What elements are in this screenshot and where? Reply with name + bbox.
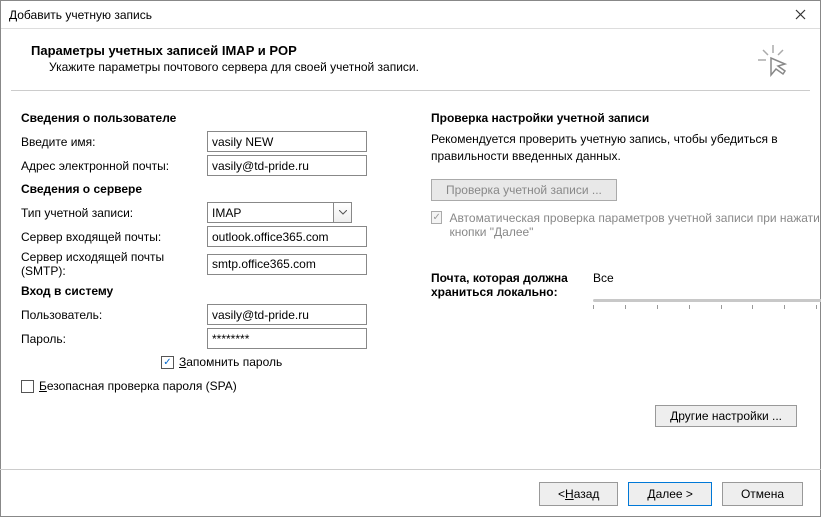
email-label: Адрес электронной почты: <box>21 159 207 173</box>
spa-label: Безопасная проверка пароля (SPA) <box>39 379 237 393</box>
username-label: Пользователь: <box>21 308 207 322</box>
test-account-button: Проверка учетной записи ... <box>431 179 617 201</box>
close-button[interactable] <box>788 5 812 25</box>
account-type-label: Тип учетной записи: <box>21 206 207 220</box>
incoming-server-input[interactable] <box>207 226 367 247</box>
test-heading: Проверка настройки учетной записи <box>431 111 821 125</box>
outgoing-server-input[interactable] <box>207 254 367 275</box>
next-button[interactable]: Далее > <box>628 482 712 506</box>
password-label: Пароль: <box>21 332 207 346</box>
login-heading: Вход в систему <box>21 284 411 298</box>
mail-keep-label: Почта, которая должна храниться локально… <box>431 271 581 311</box>
mail-keep-value: Все <box>593 271 821 285</box>
test-description: Рекомендуется проверить учетную запись, … <box>431 131 821 165</box>
page-subtitle: Укажите параметры почтового сервера для … <box>49 60 419 74</box>
cursor-icon <box>756 43 790 80</box>
spa-checkbox[interactable] <box>21 380 34 393</box>
incoming-server-label: Сервер входящей почты: <box>21 230 207 244</box>
username-input[interactable] <box>207 304 367 325</box>
user-info-heading: Сведения о пользователе <box>21 111 411 125</box>
server-info-heading: Сведения о сервере <box>21 182 411 196</box>
cancel-button[interactable]: Отмена <box>722 482 803 506</box>
remember-password-checkbox[interactable]: ✓ <box>161 356 174 369</box>
auto-test-checkbox: ✓ <box>431 211 442 224</box>
back-button[interactable]: < Назад <box>539 482 618 506</box>
password-input[interactable] <box>207 328 367 349</box>
outgoing-server-label: Сервер исходящей почты (SMTP): <box>21 250 207 278</box>
remember-password-label: Запомнить пароль <box>179 355 282 369</box>
more-settings-button[interactable]: Другие настройки ... <box>655 405 797 427</box>
account-type-select[interactable]: IMAP <box>207 202 352 223</box>
account-type-value: IMAP <box>212 206 241 220</box>
window-title: Добавить учетную запись <box>9 8 152 22</box>
chevron-down-icon <box>333 203 351 222</box>
name-label: Введите имя: <box>21 135 207 149</box>
close-icon <box>795 9 806 20</box>
auto-test-label: Автоматическая проверка параметров учетн… <box>449 211 821 239</box>
mail-keep-slider[interactable] <box>593 291 821 311</box>
page-title: Параметры учетных записей IMAP и POP <box>31 43 419 58</box>
name-input[interactable] <box>207 131 367 152</box>
email-input[interactable] <box>207 155 367 176</box>
